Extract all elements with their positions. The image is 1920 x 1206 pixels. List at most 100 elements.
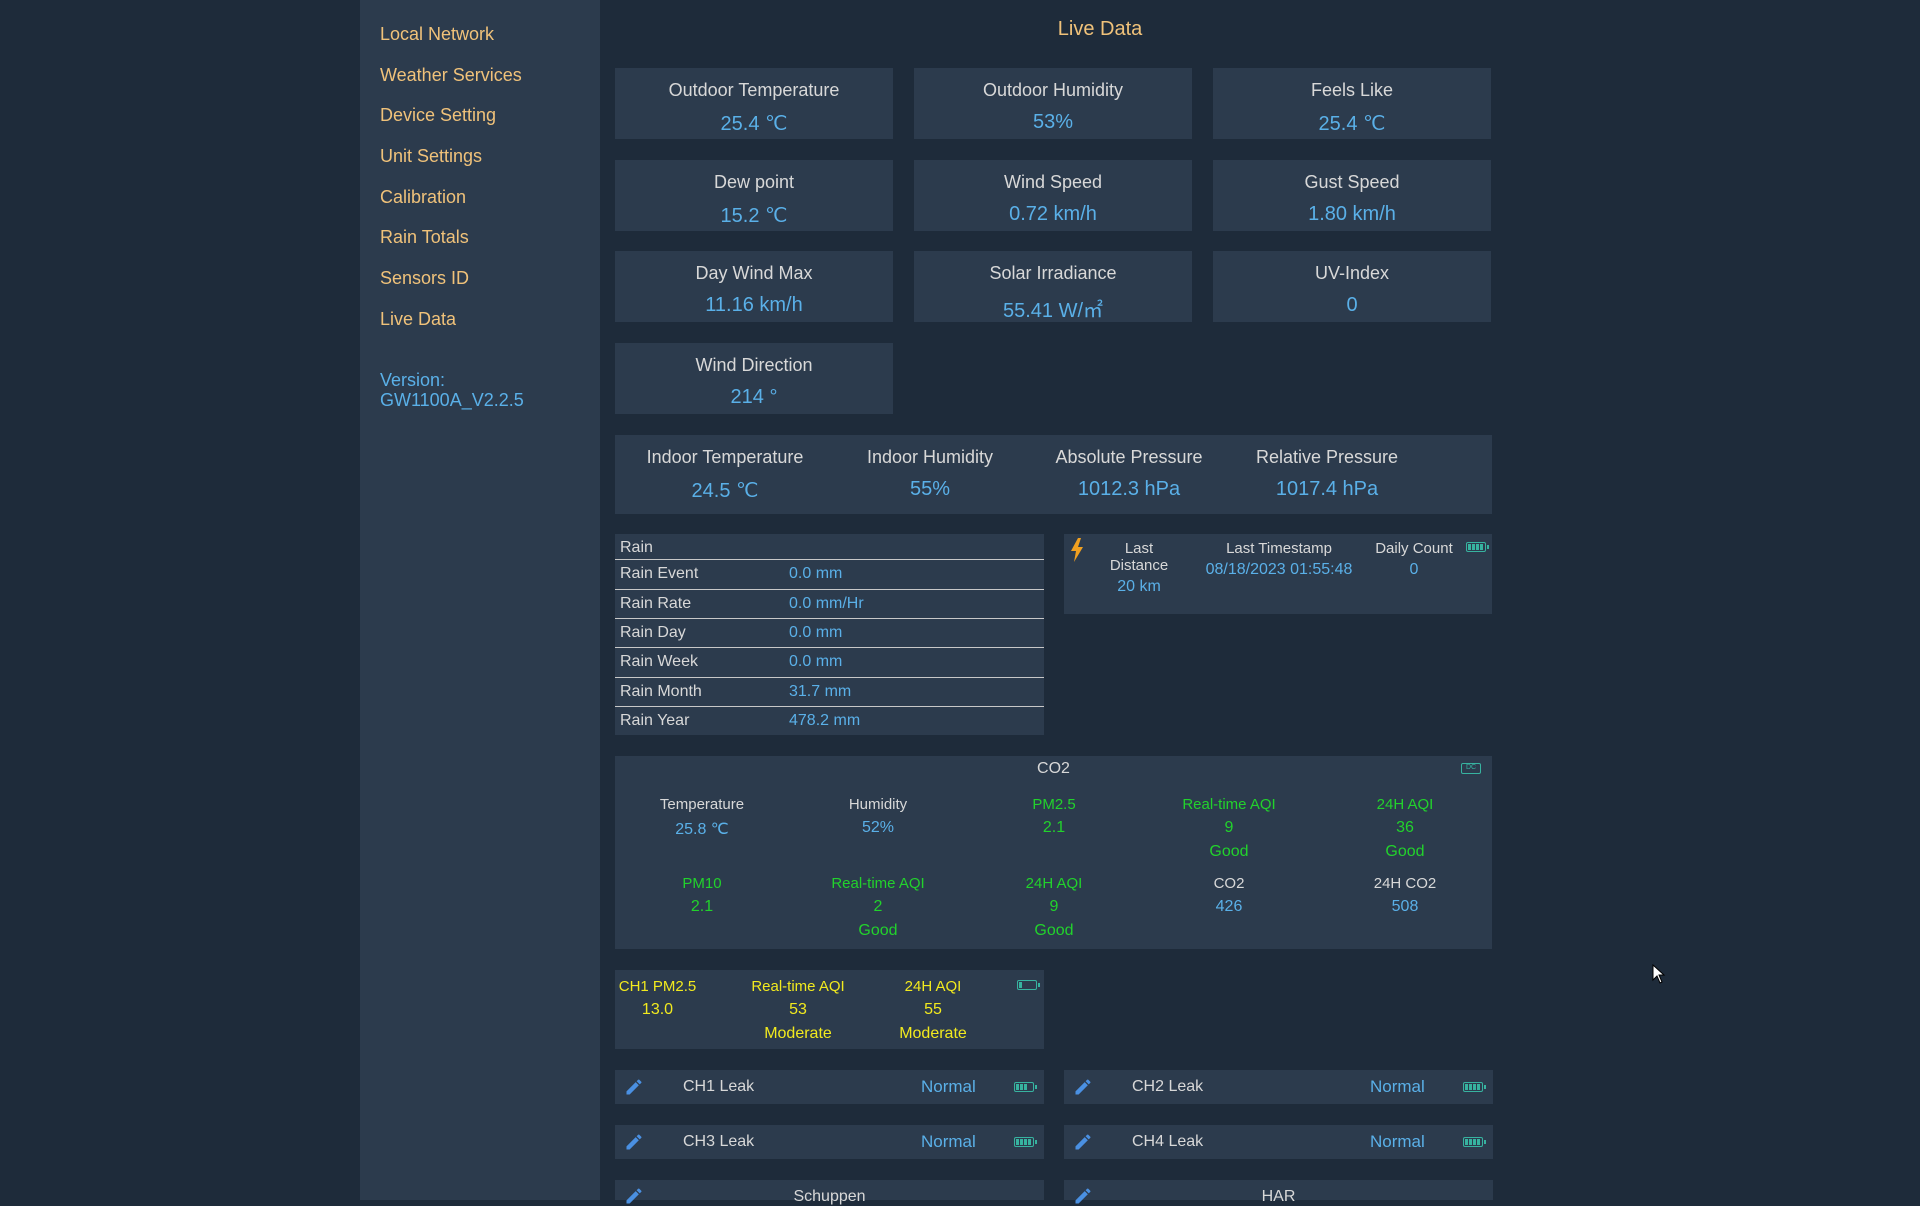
co2-title: CO2: [1037, 760, 1070, 777]
table-row: Rain Rate 0.0 mm/Hr: [615, 589, 1044, 619]
rain-label: Rain Week: [620, 653, 698, 670]
co2-panel: CO2 DC Temperature 25.8 ℃ Humidity 52% P…: [615, 756, 1492, 949]
rain-value: 478.2 mm: [789, 712, 861, 729]
co2-label: Humidity: [848, 796, 908, 813]
edit-icon[interactable]: [623, 1132, 645, 1152]
indoor-panel: Indoor Temperature 24.5 ℃ Indoor Humidit…: [615, 435, 1492, 514]
rain-label: Rain Month: [620, 683, 702, 700]
indoor-label: Absolute Pressure: [1055, 447, 1203, 467]
tile-value: 1.80 km/h: [1308, 203, 1396, 225]
leak-ch4: CH4 Leak Normal: [1064, 1125, 1493, 1159]
rain-value: 0.0 mm/Hr: [789, 595, 864, 612]
tile-value: 53%: [1032, 111, 1074, 133]
co2-24h-co2: 24H CO2 508: [1340, 875, 1470, 916]
tile-label: Solar Irradiance: [989, 263, 1117, 283]
rain-label: Rain Day: [620, 624, 686, 641]
daily-count-label: Daily Count: [1375, 540, 1453, 557]
tile-label: Feels Like: [1310, 80, 1394, 100]
last-timestamp: Last Timestamp 08/18/2023 01:55:48: [1194, 540, 1364, 579]
lightning-icon: [1071, 538, 1083, 562]
cursor-icon: [1652, 964, 1666, 984]
co2-label: PM10: [682, 875, 722, 892]
co2-label: PM2.5: [1032, 796, 1076, 813]
sidebar-item-rain-totals[interactable]: Rain Totals: [380, 227, 469, 248]
tile-label: Day Wind Max: [695, 263, 813, 283]
leak-status: Normal: [1370, 1077, 1425, 1096]
pm25-label: CH1 PM2.5: [618, 978, 697, 995]
co2-pm10: PM10 2.1: [637, 875, 767, 916]
co2-label: 24H AQI: [1376, 796, 1434, 813]
co2-label: 24H CO2: [1373, 875, 1437, 892]
version-label: Version:: [380, 370, 446, 390]
leak-ch2: CH2 Leak Normal: [1064, 1070, 1493, 1104]
leak-ch1: CH1 Leak Normal: [615, 1070, 1044, 1104]
co2-value: 2.1: [1042, 819, 1066, 836]
co2-status: Good: [1385, 843, 1425, 860]
co2-co2: CO2 426: [1164, 875, 1294, 916]
rain-value: 0.0 mm: [789, 653, 843, 670]
tile-value: 25.4 ℃: [720, 113, 788, 135]
pm25-panel: CH1 PM2.5 13.0 Real-time AQI 53 Moderate…: [615, 970, 1044, 1049]
last-timestamp-label: Last Timestamp: [1226, 540, 1332, 557]
co2-value: 25.8 ℃: [675, 821, 729, 838]
tile-value: 214 °: [730, 386, 778, 408]
sidebar-item-live-data[interactable]: Live Data: [380, 309, 456, 330]
co2-value: 2: [873, 898, 883, 915]
co2-value: 2.1: [690, 898, 714, 915]
co2-label: 24H AQI: [1025, 875, 1083, 892]
absolute-pressure: Absolute Pressure 1012.3 hPa: [1039, 447, 1219, 501]
tile-uv-index: UV-Index 0: [1213, 251, 1491, 322]
tile-label: UV-Index: [1314, 263, 1390, 283]
sidebar-item-unit-settings[interactable]: Unit Settings: [380, 146, 482, 167]
leak-name: CH1 Leak: [683, 1078, 755, 1095]
co2-humidity: Humidity 52%: [813, 796, 943, 837]
sidebar-item-local-network[interactable]: Local Network: [380, 24, 494, 45]
co2-pm10-24h-aqi: 24H AQI 9 Good: [989, 875, 1119, 940]
edit-icon[interactable]: [1072, 1132, 1094, 1152]
co2-realtime-aqi: Real-time AQI 9 Good: [1164, 796, 1294, 861]
sensor-name: Schuppen: [793, 1188, 866, 1205]
sidebar-item-sensors-id[interactable]: Sensors ID: [380, 268, 469, 289]
co2-24h-aqi: 24H AQI 36 Good: [1340, 796, 1470, 861]
co2-label: Real-time AQI: [831, 875, 925, 892]
tile-day-wind-max: Day Wind Max 11.16 km/h: [615, 251, 893, 322]
leak-name: CH2 Leak: [1132, 1078, 1204, 1095]
table-row: Rain Year 478.2 mm: [615, 706, 1044, 736]
battery-icon: [1463, 1137, 1486, 1147]
pm25-value: 13.0: [641, 1001, 674, 1018]
co2-value: 508: [1391, 898, 1419, 915]
co2-status: Good: [1034, 922, 1074, 939]
sidebar-item-weather-services[interactable]: Weather Services: [380, 65, 522, 86]
tile-value: 25.4 ℃: [1318, 113, 1386, 135]
tile-label: Wind Speed: [1003, 172, 1103, 192]
page-title: Live Data: [1057, 18, 1143, 40]
tile-dew-point: Dew point 15.2 ℃: [615, 160, 893, 231]
edit-icon[interactable]: [1072, 1077, 1094, 1097]
sidebar-item-calibration[interactable]: Calibration: [380, 187, 466, 208]
lightning-panel: Last Distance 20 km Last Timestamp 08/18…: [1064, 534, 1492, 614]
co2-label: CO2: [1213, 875, 1245, 892]
rain-label: Rain Rate: [620, 595, 692, 612]
tile-label: Wind Direction: [695, 355, 813, 375]
indoor-label: Indoor Humidity: [866, 447, 994, 467]
tile-wind-speed: Wind Speed 0.72 km/h: [914, 160, 1192, 231]
indoor-value: 55%: [909, 478, 951, 500]
pm25-value: 53: [789, 1001, 807, 1018]
tile-value: 55.41 W/㎡: [1002, 300, 1104, 322]
sidebar: Local Network Weather Services Device Se…: [360, 0, 600, 1200]
battery-icon: [1466, 542, 1489, 552]
sidebar-item-device-setting[interactable]: Device Setting: [380, 105, 496, 126]
indoor-humidity: Indoor Humidity 55%: [840, 447, 1020, 501]
indoor-value: 1017.4 hPa: [1275, 478, 1379, 500]
rain-table: Rain Rain Event 0.0 mm Rain Rate 0.0 mm/…: [615, 534, 1044, 735]
edit-icon[interactable]: [623, 1077, 645, 1097]
tile-label: Dew point: [713, 172, 795, 192]
tile-value: 0: [1346, 294, 1358, 316]
co2-value: 52%: [861, 819, 895, 836]
table-row: Rain Day 0.0 mm: [615, 618, 1044, 648]
table-row: Rain Month 31.7 mm: [615, 677, 1044, 707]
tile-label: Gust Speed: [1304, 172, 1400, 192]
tile-outdoor-humidity: Outdoor Humidity 53%: [914, 68, 1192, 139]
version-value: GW1100A_V2.2.5: [380, 390, 524, 410]
table-row: Rain Week 0.0 mm: [615, 647, 1044, 677]
